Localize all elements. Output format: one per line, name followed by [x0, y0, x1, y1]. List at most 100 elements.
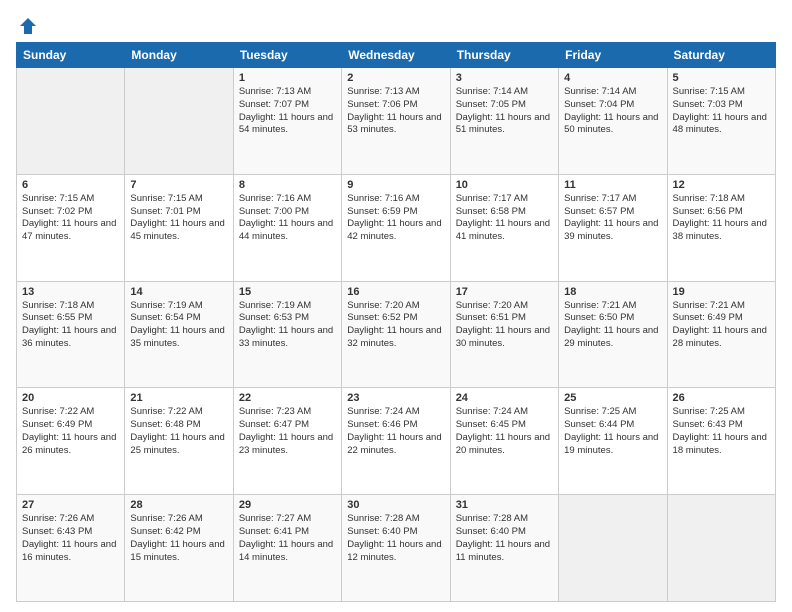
day-number: 30 — [347, 499, 444, 511]
day-number: 7 — [130, 179, 227, 191]
day-number: 25 — [564, 392, 661, 404]
day-info: Sunrise: 7:22 AM Sunset: 6:48 PM Dayligh… — [130, 406, 227, 457]
day-cell: 4 Sunrise: 7:14 AM Sunset: 7:04 PM Daylig… — [559, 68, 667, 175]
day-cell: 17 Sunrise: 7:20 AM Sunset: 6:51 PM Dayli… — [450, 281, 558, 388]
page-container: SundayMondayTuesdayWednesdayThursdayFrid… — [0, 0, 792, 612]
day-cell: 22 Sunrise: 7:23 AM Sunset: 6:47 PM Dayli… — [233, 388, 341, 495]
day-number: 13 — [22, 286, 119, 298]
day-number: 22 — [239, 392, 336, 404]
day-number: 20 — [22, 392, 119, 404]
calendar-table: SundayMondayTuesdayWednesdayThursdayFrid… — [16, 42, 776, 602]
day-number: 26 — [673, 392, 770, 404]
day-info: Sunrise: 7:19 AM Sunset: 6:53 PM Dayligh… — [239, 300, 336, 351]
day-number: 4 — [564, 72, 661, 84]
day-info: Sunrise: 7:14 AM Sunset: 7:04 PM Dayligh… — [564, 86, 661, 137]
day-cell: 6 Sunrise: 7:15 AM Sunset: 7:02 PM Daylig… — [17, 174, 125, 281]
day-number: 28 — [130, 499, 227, 511]
day-info: Sunrise: 7:17 AM Sunset: 6:58 PM Dayligh… — [456, 193, 553, 244]
day-info: Sunrise: 7:28 AM Sunset: 6:40 PM Dayligh… — [347, 513, 444, 564]
day-cell: 15 Sunrise: 7:19 AM Sunset: 6:53 PM Dayli… — [233, 281, 341, 388]
day-cell: 3 Sunrise: 7:14 AM Sunset: 7:05 PM Daylig… — [450, 68, 558, 175]
header — [16, 16, 776, 32]
day-cell: 26 Sunrise: 7:25 AM Sunset: 6:43 PM Dayli… — [667, 388, 775, 495]
week-row-1: 1 Sunrise: 7:13 AM Sunset: 7:07 PM Daylig… — [17, 68, 776, 175]
day-info: Sunrise: 7:15 AM Sunset: 7:03 PM Dayligh… — [673, 86, 770, 137]
day-number: 5 — [673, 72, 770, 84]
day-cell: 13 Sunrise: 7:18 AM Sunset: 6:55 PM Dayli… — [17, 281, 125, 388]
weekday-header-thursday: Thursday — [450, 43, 558, 68]
weekday-header-friday: Friday — [559, 43, 667, 68]
day-info: Sunrise: 7:14 AM Sunset: 7:05 PM Dayligh… — [456, 86, 553, 137]
day-number: 19 — [673, 286, 770, 298]
day-info: Sunrise: 7:15 AM Sunset: 7:02 PM Dayligh… — [22, 193, 119, 244]
day-number: 29 — [239, 499, 336, 511]
day-info: Sunrise: 7:18 AM Sunset: 6:55 PM Dayligh… — [22, 300, 119, 351]
day-cell: 21 Sunrise: 7:22 AM Sunset: 6:48 PM Dayli… — [125, 388, 233, 495]
weekday-header-monday: Monday — [125, 43, 233, 68]
week-row-4: 20 Sunrise: 7:22 AM Sunset: 6:49 PM Dayli… — [17, 388, 776, 495]
logo-icon — [18, 16, 38, 36]
day-cell: 9 Sunrise: 7:16 AM Sunset: 6:59 PM Daylig… — [342, 174, 450, 281]
day-number: 27 — [22, 499, 119, 511]
day-number: 8 — [239, 179, 336, 191]
day-number: 11 — [564, 179, 661, 191]
day-info: Sunrise: 7:22 AM Sunset: 6:49 PM Dayligh… — [22, 406, 119, 457]
day-number: 10 — [456, 179, 553, 191]
day-number: 1 — [239, 72, 336, 84]
weekday-header-wednesday: Wednesday — [342, 43, 450, 68]
day-info: Sunrise: 7:25 AM Sunset: 6:44 PM Dayligh… — [564, 406, 661, 457]
day-cell: 16Sunrise: 7:20 AM Sunset: 6:52 PM Dayli… — [342, 281, 450, 388]
day-cell: 20 Sunrise: 7:22 AM Sunset: 6:49 PM Dayli… — [17, 388, 125, 495]
day-number: 9 — [347, 179, 444, 191]
day-cell: 11 Sunrise: 7:17 AM Sunset: 6:57 PM Dayli… — [559, 174, 667, 281]
day-cell: 14Sunrise: 7:19 AM Sunset: 6:54 PM Dayli… — [125, 281, 233, 388]
day-info: Sunrise: 7:26 AM Sunset: 6:42 PM Dayligh… — [130, 513, 227, 564]
logo — [16, 16, 38, 32]
day-info: Sunrise: 7:28 AM Sunset: 6:40 PM Dayligh… — [456, 513, 553, 564]
day-cell: 1 Sunrise: 7:13 AM Sunset: 7:07 PM Daylig… — [233, 68, 341, 175]
weekday-header-sunday: Sunday — [17, 43, 125, 68]
day-info: Sunrise: 7:20 AM Sunset: 6:52 PM Dayligh… — [347, 300, 444, 351]
day-cell: 18Sunrise: 7:21 AM Sunset: 6:50 PM Dayli… — [559, 281, 667, 388]
day-info: Sunrise: 7:16 AM Sunset: 6:59 PM Dayligh… — [347, 193, 444, 244]
day-number: 23 — [347, 392, 444, 404]
day-info: Sunrise: 7:16 AM Sunset: 7:00 PM Dayligh… — [239, 193, 336, 244]
day-cell: 28 Sunrise: 7:26 AM Sunset: 6:42 PM Dayli… — [125, 495, 233, 602]
day-info: Sunrise: 7:24 AM Sunset: 6:45 PM Dayligh… — [456, 406, 553, 457]
day-cell — [559, 495, 667, 602]
day-cell: 25 Sunrise: 7:25 AM Sunset: 6:44 PM Dayli… — [559, 388, 667, 495]
day-number: 3 — [456, 72, 553, 84]
day-info: Sunrise: 7:23 AM Sunset: 6:47 PM Dayligh… — [239, 406, 336, 457]
day-cell — [17, 68, 125, 175]
week-row-3: 13 Sunrise: 7:18 AM Sunset: 6:55 PM Dayli… — [17, 281, 776, 388]
day-cell: 7Sunrise: 7:15 AM Sunset: 7:01 PM Daylig… — [125, 174, 233, 281]
day-cell: 8 Sunrise: 7:16 AM Sunset: 7:00 PM Daylig… — [233, 174, 341, 281]
day-number: 17 — [456, 286, 553, 298]
weekday-header-tuesday: Tuesday — [233, 43, 341, 68]
day-number: 15 — [239, 286, 336, 298]
weekday-header-saturday: Saturday — [667, 43, 775, 68]
day-cell: 29Sunrise: 7:27 AM Sunset: 6:41 PM Dayli… — [233, 495, 341, 602]
day-cell: 27 Sunrise: 7:26 AM Sunset: 6:43 PM Dayli… — [17, 495, 125, 602]
day-info: Sunrise: 7:19 AM Sunset: 6:54 PM Dayligh… — [130, 300, 227, 351]
day-info: Sunrise: 7:26 AM Sunset: 6:43 PM Dayligh… — [22, 513, 119, 564]
day-number: 2 — [347, 72, 444, 84]
day-cell — [667, 495, 775, 602]
day-cell: 30 Sunrise: 7:28 AM Sunset: 6:40 PM Dayli… — [342, 495, 450, 602]
day-number: 18 — [564, 286, 661, 298]
day-info: Sunrise: 7:25 AM Sunset: 6:43 PM Dayligh… — [673, 406, 770, 457]
day-cell: 12Sunrise: 7:18 AM Sunset: 6:56 PM Dayli… — [667, 174, 775, 281]
week-row-5: 27 Sunrise: 7:26 AM Sunset: 6:43 PM Dayli… — [17, 495, 776, 602]
day-info: Sunrise: 7:17 AM Sunset: 6:57 PM Dayligh… — [564, 193, 661, 244]
day-cell: 19Sunrise: 7:21 AM Sunset: 6:49 PM Dayli… — [667, 281, 775, 388]
day-info: Sunrise: 7:13 AM Sunset: 7:07 PM Dayligh… — [239, 86, 336, 137]
day-cell: 31Sunrise: 7:28 AM Sunset: 6:40 PM Dayli… — [450, 495, 558, 602]
day-number: 6 — [22, 179, 119, 191]
day-info: Sunrise: 7:24 AM Sunset: 6:46 PM Dayligh… — [347, 406, 444, 457]
day-number: 24 — [456, 392, 553, 404]
day-info: Sunrise: 7:18 AM Sunset: 6:56 PM Dayligh… — [673, 193, 770, 244]
day-info: Sunrise: 7:20 AM Sunset: 6:51 PM Dayligh… — [456, 300, 553, 351]
day-cell: 10 Sunrise: 7:17 AM Sunset: 6:58 PM Dayli… — [450, 174, 558, 281]
day-number: 21 — [130, 392, 227, 404]
day-cell: 5 Sunrise: 7:15 AM Sunset: 7:03 PM Daylig… — [667, 68, 775, 175]
